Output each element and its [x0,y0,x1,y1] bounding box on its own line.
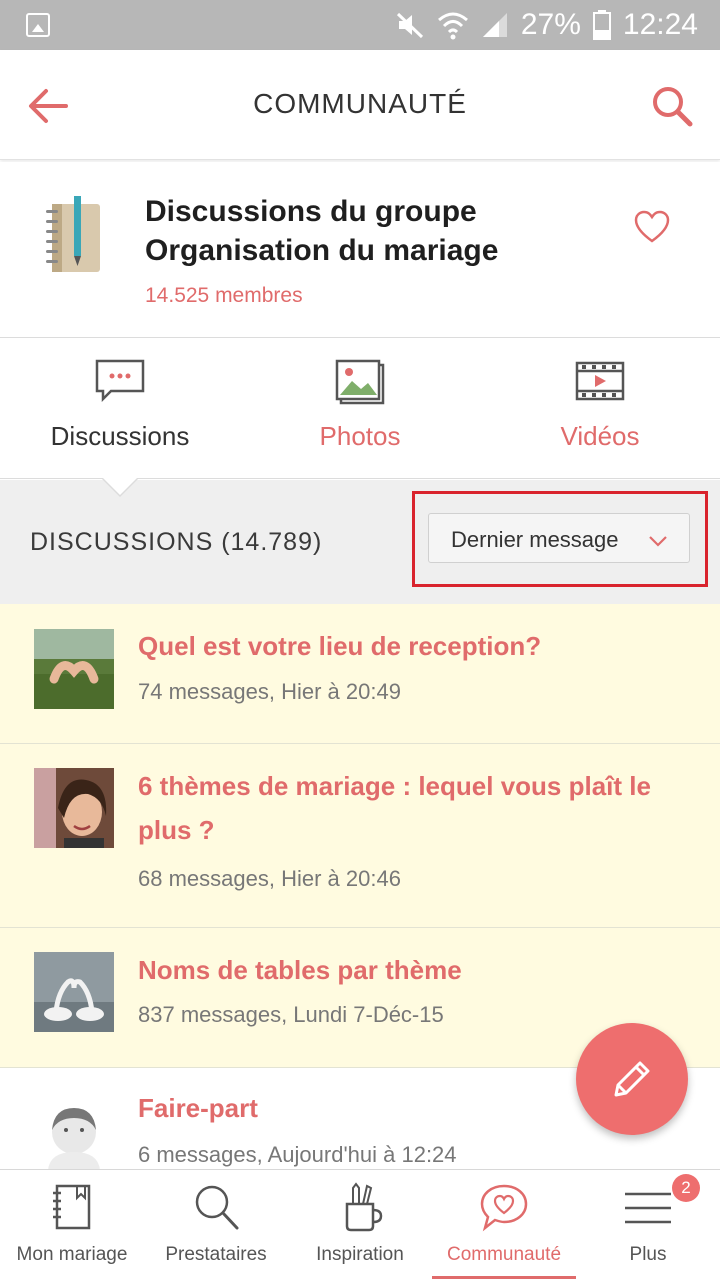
nav-label: Inspiration [316,1244,404,1265]
group-title-line2: Organisation du mariage [145,234,499,267]
clock: 12:24 [622,8,698,41]
page-title: COMMUNAUTÉ [253,88,467,119]
sort-value: Dernier message [451,527,619,552]
chevron-down-icon [649,534,667,547]
notebook-icon [47,1182,97,1234]
tab-label: Discussions [50,421,190,451]
pencil-icon [614,1061,650,1097]
tab-videos[interactable]: Vidéos [480,339,720,479]
active-tab-indicator [102,477,138,495]
nav-label: Plus [629,1244,667,1265]
tab-label: Photos [319,421,401,451]
hands-heart-photo [34,629,114,709]
wifi-icon [437,10,469,40]
search-icon[interactable] [650,84,694,128]
swans-heart-photo [34,952,114,1032]
photos-icon [335,359,385,405]
list-item[interactable]: 6 thèmes de mariage : lequel vous plaît … [0,744,720,928]
signal-icon [481,11,509,39]
notification-badge: 2 [672,1174,700,1202]
status-bar: 27% 12:24 [0,0,720,50]
bottom-navigation: Mon mariage Prestataires Inspiration Com… [0,1169,720,1279]
discussion-meta: 74 messages, Hier à 20:49 [138,679,401,704]
heart-bubble-icon [479,1182,529,1234]
video-icon [575,359,625,403]
default-avatar [34,1100,114,1170]
tab-photos[interactable]: Photos [240,339,480,479]
chat-bubble-icon [95,359,145,403]
pencil-cup-icon [335,1182,385,1234]
section-tabs: Discussions Photos Vidéos [0,339,720,479]
battery-icon [592,10,611,40]
tab-label: Vidéos [560,421,640,451]
member-count: 14.525 membres [145,284,303,307]
discussion-title[interactable]: 6 thèmes de mariage : lequel vous plaît … [138,764,680,852]
list-item[interactable]: Quel est votre lieu de reception? 74 mes… [0,604,720,744]
nav-label: Mon mariage [16,1244,128,1265]
new-post-button[interactable] [576,1023,688,1135]
nav-communaute[interactable]: Communauté [432,1170,576,1279]
group-title: Discussions du groupe Organisation du ma… [145,192,605,270]
discussions-count-title: DISCUSSIONS (14.789) [30,528,323,556]
discussion-meta: 837 messages, Lundi 7-Déc-15 [138,1002,444,1027]
app-bar: COMMUNAUTÉ [0,50,720,160]
menu-icon [623,1182,673,1234]
woman-avatar-photo [34,768,114,848]
mute-icon [395,10,425,40]
nav-label: Communauté [446,1244,562,1265]
battery-percent: 27% [520,8,581,41]
gallery-notification-icon [26,13,50,37]
heart-icon[interactable] [634,210,670,244]
nav-label: Prestataires [165,1244,267,1265]
group-header: Discussions du groupe Organisation du ma… [0,162,720,338]
search-icon [191,1182,241,1234]
group-title-line1: Discussions du groupe [145,195,477,228]
tab-discussions[interactable]: Discussions [0,339,240,479]
nav-prestataires[interactable]: Prestataires [144,1170,288,1279]
discussion-meta: 68 messages, Hier à 20:46 [138,866,401,891]
notebook-pen-icon [44,196,106,276]
nav-mon-mariage[interactable]: Mon mariage [0,1170,144,1279]
sort-select[interactable]: Dernier message [428,513,690,563]
discussion-title[interactable]: Quel est votre lieu de reception? [138,624,680,668]
discussion-meta: 6 messages, Aujourd'hui à 12:24 [138,1142,457,1167]
nav-inspiration[interactable]: Inspiration [288,1170,432,1279]
discussion-title[interactable]: Noms de tables par thème [138,948,680,992]
